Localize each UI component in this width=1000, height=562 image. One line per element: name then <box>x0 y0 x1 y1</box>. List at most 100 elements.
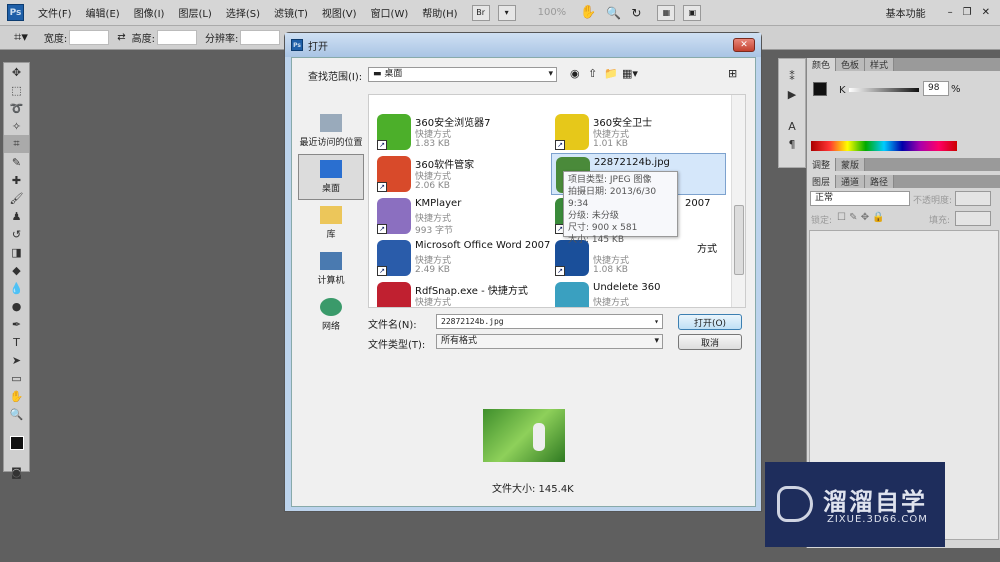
shape-tool-icon[interactable]: ▭ <box>4 369 29 387</box>
file-size: 1.83 KB <box>415 139 450 149</box>
dodge-icon[interactable]: ● <box>4 297 29 315</box>
blur-icon[interactable]: 💧 <box>4 279 29 297</box>
color-ramp[interactable] <box>811 141 957 151</box>
k-input[interactable]: 98 <box>923 81 949 96</box>
file-list-scrollbar[interactable] <box>731 95 745 307</box>
place-computer[interactable]: 计算机 <box>298 246 364 292</box>
file-list[interactable]: ↗ 360安全浏览器7 快捷方式 1.83 KB ↗ 360安全卫士 快捷方式 1.01 KB… <box>368 94 746 308</box>
filename-value: 22872124b.jpg <box>441 317 504 326</box>
color-swatches-icon[interactable] <box>4 423 29 463</box>
tab-paths[interactable]: 路径 <box>865 175 895 188</box>
place-desktop[interactable]: 桌面 <box>298 154 364 200</box>
tab-channels[interactable]: 通道 <box>836 175 866 188</box>
file-size: 2.06 KB <box>415 181 450 191</box>
menu-layer[interactable]: 图层(L) <box>178 5 211 20</box>
restore-icon[interactable]: ❐ <box>963 7 972 18</box>
new-folder-icon[interactable]: 📁 <box>604 67 618 80</box>
view-menu-icon[interactable]: ▦▾ <box>622 67 638 80</box>
hand-icon[interactable]: ✋ <box>580 5 596 20</box>
up-folder-icon[interactable]: ⇧ <box>588 67 597 80</box>
history-icon[interactable]: ⁑ <box>779 67 805 85</box>
height-input[interactable] <box>157 30 197 45</box>
tab-color[interactable]: 颜色 <box>807 58 837 71</box>
file-item[interactable]: ↗ 360安全浏览器7 快捷方式 1.83 KB <box>373 111 548 153</box>
brush-icon[interactable]: 🖌 <box>4 189 29 207</box>
place-label: 最近访问的位置 <box>299 138 363 148</box>
file-item[interactable]: ↗ 360软件管家 快捷方式 2.06 KB <box>373 153 548 195</box>
file-item[interactable]: ↗ 360安全卫士 快捷方式 1.01 KB <box>551 111 726 153</box>
minimize-icon[interactable]: – <box>948 7 953 18</box>
cancel-button[interactable]: 取消 <box>678 334 742 350</box>
blend-mode-select[interactable]: 正常 <box>810 191 910 206</box>
healing-brush-icon[interactable]: ✚ <box>4 171 29 189</box>
place-library[interactable]: 库 <box>298 200 364 246</box>
file-name: 22872124b.jpg <box>594 157 670 168</box>
clone-stamp-icon[interactable]: ♟ <box>4 207 29 225</box>
bridge-button[interactable]: Br <box>471 4 490 21</box>
menu-edit[interactable]: 编辑(E) <box>86 5 120 20</box>
k-slider[interactable] <box>849 88 919 92</box>
eyedropper-icon[interactable]: ✎ <box>4 153 29 171</box>
resolution-input[interactable] <box>240 30 281 45</box>
zoom-level[interactable]: 100% <box>538 7 567 18</box>
tab-adjustments[interactable]: 调整 <box>807 158 837 171</box>
eraser-icon[interactable]: ◨ <box>4 243 29 261</box>
history-brush-icon[interactable]: ↺ <box>4 225 29 243</box>
quick-mask-icon[interactable]: ◙ <box>4 463 29 481</box>
menu-select[interactable]: 选择(S) <box>226 5 260 20</box>
filename-input[interactable]: 22872124b.jpg ▾ <box>436 314 663 329</box>
menu-view[interactable]: 视图(V) <box>322 5 357 20</box>
file-item[interactable]: ↗ KMPlayer 快捷方式 993 字节 <box>373 195 548 237</box>
tab-layers[interactable]: 图层 <box>807 175 837 188</box>
path-select-icon[interactable]: ➤ <box>4 351 29 369</box>
lookin-value: 桌面 <box>384 69 403 79</box>
paragraph-icon[interactable]: ¶ <box>779 135 805 153</box>
crop-tool-icon[interactable]: ⌗ <box>4 135 29 153</box>
screen-mode-button[interactable]: ▣ <box>683 4 702 21</box>
type-tool-icon[interactable]: T <box>4 333 29 351</box>
width-input[interactable] <box>69 30 110 45</box>
close-icon[interactable]: ✕ <box>982 7 990 18</box>
marquee-tool-icon[interactable]: ⬚ <box>4 81 29 99</box>
zoom-icon[interactable]: 🔍 <box>606 6 621 20</box>
tab-masks[interactable]: 蒙版 <box>836 158 866 171</box>
menu-filter[interactable]: 滤镜(T) <box>274 5 308 20</box>
place-network[interactable]: 网络 <box>298 292 364 338</box>
move-tool-icon[interactable]: ✥ <box>4 63 29 81</box>
lasso-tool-icon[interactable]: ➰ <box>4 99 29 117</box>
actions-icon[interactable]: ▶ <box>779 85 805 103</box>
fill-input[interactable] <box>955 211 991 226</box>
dialog-close-button[interactable]: ✕ <box>733 38 755 52</box>
foreground-color[interactable] <box>813 82 827 96</box>
menu-help[interactable]: 帮助(H) <box>422 5 457 20</box>
crop-tool-icon[interactable]: ⌗▾ <box>14 30 28 45</box>
back-icon[interactable]: ◉ <box>570 67 580 80</box>
filetype-select[interactable]: 所有格式 ▾ <box>436 334 663 349</box>
menu-file[interactable]: 文件(F) <box>38 5 72 20</box>
view-extras-button[interactable]: ▾ <box>497 4 516 21</box>
pen-icon[interactable]: ✒ <box>4 315 29 333</box>
zoom-tool-icon[interactable]: 🔍 <box>4 405 29 423</box>
file-item[interactable]: ↗Undelete 360快捷方式1.14 KB <box>551 279 726 307</box>
rotate-view-icon[interactable]: ↻ <box>631 6 641 20</box>
shortcut-arrow-icon: ↗ <box>377 224 387 234</box>
hand-tool-icon[interactable]: ✋ <box>4 387 29 405</box>
menu-window[interactable]: 窗口(W) <box>371 5 409 20</box>
opacity-input[interactable] <box>955 191 991 206</box>
place-recent[interactable]: 最近访问的位置 <box>298 108 364 154</box>
tab-styles[interactable]: 样式 <box>865 58 895 71</box>
file-item[interactable]: ↗RdfSnap.exe - 快捷方式快捷方式920 字节 <box>373 279 548 307</box>
menu-image[interactable]: 图像(I) <box>134 5 165 20</box>
arrange-documents-button[interactable]: ▦ <box>657 4 676 21</box>
swap-icon[interactable]: ⇄ <box>117 32 125 43</box>
desktop-shortcut-icon[interactable]: ⊞ <box>728 67 737 80</box>
magic-wand-icon[interactable]: ✧ <box>4 117 29 135</box>
open-button[interactable]: 打开(O) <box>678 314 742 330</box>
tab-swatches[interactable]: 色板 <box>836 58 866 71</box>
file-item[interactable]: ↗ Microsoft Office Word 2007 快捷方式 2.49 KB <box>373 237 550 279</box>
workspace-switcher[interactable]: 基本功能 <box>886 5 926 20</box>
paint-bucket-icon[interactable]: ◆ <box>4 261 29 279</box>
lock-icons[interactable]: ☐ ✎ ✥ 🔒 <box>837 212 885 223</box>
character-icon[interactable]: A <box>779 117 805 135</box>
lookin-select[interactable]: ▬ 桌面 ▾ <box>368 67 557 82</box>
